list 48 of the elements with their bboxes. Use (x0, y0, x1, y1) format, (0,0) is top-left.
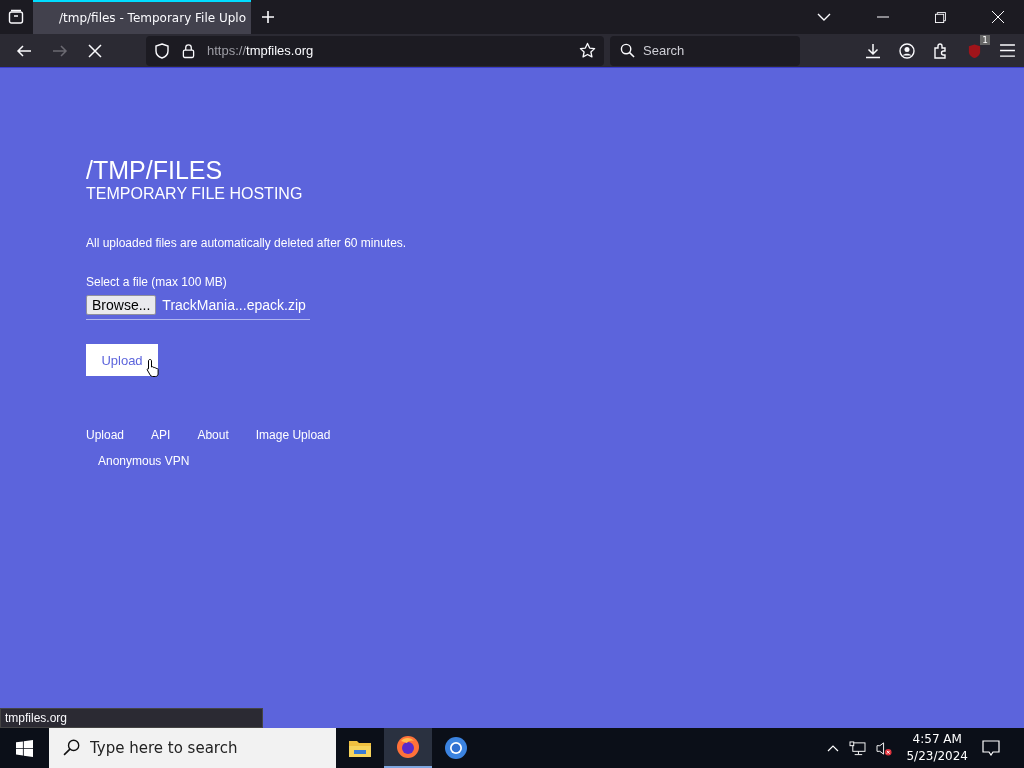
chevron-down-icon[interactable] (817, 13, 831, 21)
lock-icon[interactable] (182, 42, 195, 59)
site-subtitle: TEMPORARY FILE HOSTING (86, 184, 303, 204)
back-icon[interactable] (16, 42, 32, 59)
status-url: tmpfiles.org (0, 708, 263, 728)
folder-icon (348, 738, 372, 758)
taskbar-search-field[interactable]: Type here to search (49, 728, 336, 768)
forward-icon (52, 42, 68, 59)
url-text: https://tmpfiles.org (207, 43, 314, 58)
stop-icon[interactable] (88, 43, 102, 58)
notifications-icon[interactable] (982, 740, 1000, 756)
download-icon[interactable] (865, 42, 881, 59)
footer-link[interactable]: Image Upload (255, 428, 331, 442)
shield-icon[interactable] (154, 42, 170, 59)
file-name: TrackMania...epack.zip (162, 297, 306, 313)
new-tab-icon[interactable] (261, 10, 275, 24)
site-title: /TMP/FILES (86, 156, 223, 184)
footer-link[interactable]: Anonymous VPN (98, 454, 190, 468)
muted-speaker-icon[interactable] (876, 740, 894, 756)
fox-globe-icon (396, 735, 420, 759)
clock-date[interactable]: 5/23/2024 (906, 748, 968, 765)
footer-link[interactable]: About (197, 428, 229, 442)
upload-button[interactable]: Upload (86, 344, 158, 376)
pointer-cursor-icon (146, 358, 160, 378)
file-label: Select a file (max 100 MB) (86, 275, 227, 289)
close-icon[interactable] (992, 11, 1004, 23)
file-input[interactable]: Browse... TrackMania...epack.zip (86, 295, 310, 320)
menu-icon[interactable] (1000, 44, 1015, 57)
puzzle-icon[interactable] (933, 42, 949, 59)
clock-time[interactable]: 4:57 AM (912, 731, 962, 748)
windows-start-icon[interactable] (16, 739, 33, 757)
notification-badge: 1 (980, 34, 990, 45)
address-bar[interactable]: https://tmpfiles.org (146, 35, 604, 66)
chevron-up-icon[interactable] (827, 744, 840, 752)
search-icon (63, 739, 80, 756)
browse-button[interactable]: Browse... (86, 295, 157, 315)
tab-list-icon[interactable] (8, 9, 24, 25)
network-icon[interactable] (849, 740, 867, 756)
restore-icon[interactable] (935, 11, 946, 23)
footer-link[interactable]: API (151, 428, 171, 442)
browser-tab[interactable]: /tmp/files - Temporary File Uplo (33, 0, 251, 34)
footer-link[interactable]: Upload (86, 428, 125, 442)
search-icon (620, 42, 635, 58)
account-icon[interactable] (899, 42, 915, 59)
star-icon[interactable] (579, 42, 596, 59)
search-field[interactable]: Search (610, 35, 800, 66)
browser-ring-icon (444, 736, 468, 760)
notice-text: All uploaded files are automatically deleted after 60 minutes. (86, 236, 407, 250)
